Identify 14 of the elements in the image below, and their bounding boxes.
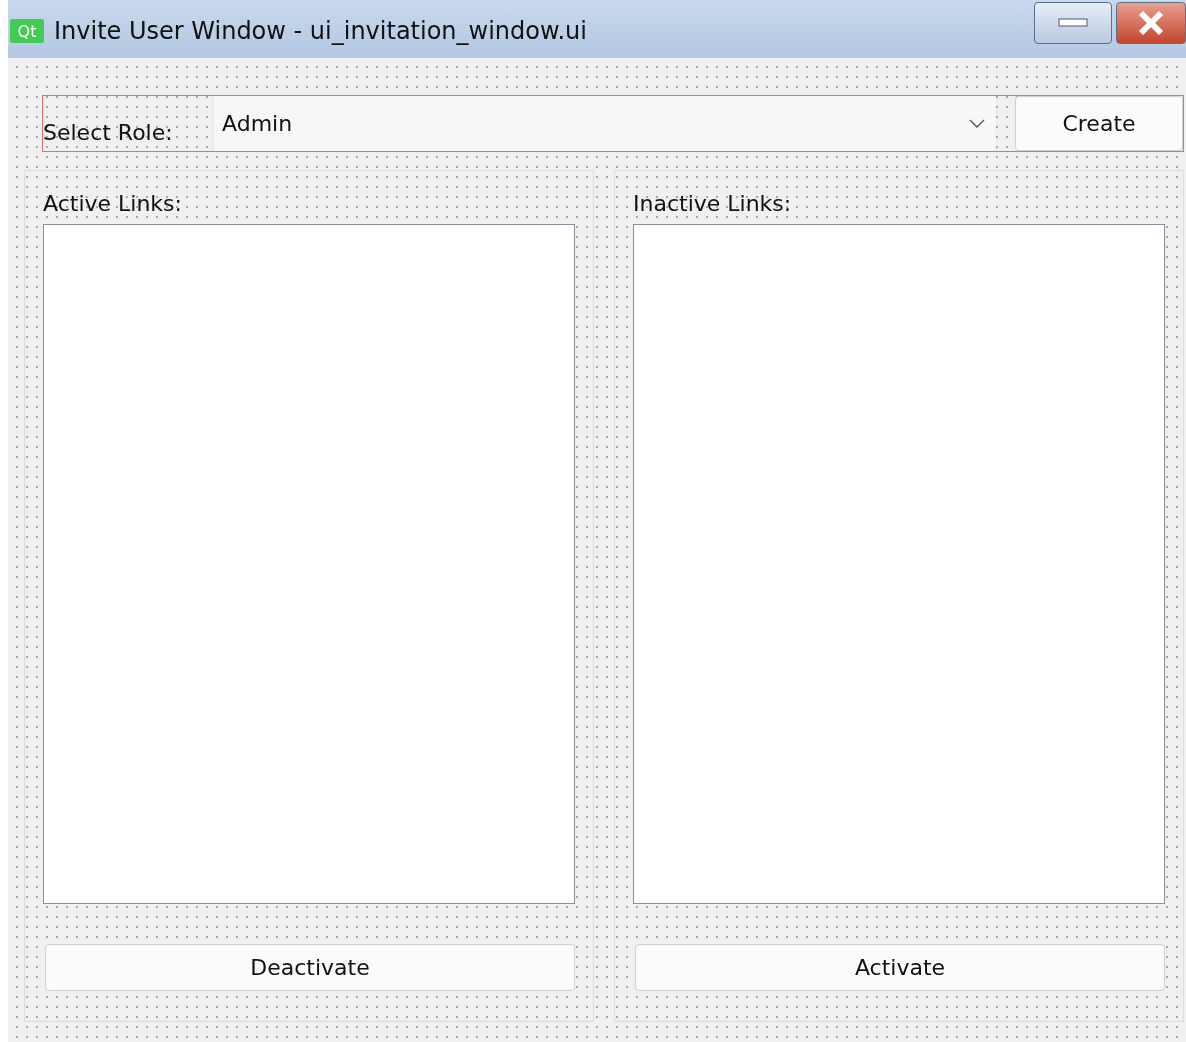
- panel-label: Active Links:: [43, 191, 183, 216]
- close-button[interactable]: [1116, 2, 1186, 44]
- role-combo[interactable]: Admin: [213, 96, 995, 151]
- minimize-icon: [1058, 18, 1088, 28]
- role-label: Select Role:: [43, 119, 174, 147]
- panel-button[interactable]: Deactivate: [45, 944, 575, 991]
- create-button[interactable]: Create: [1015, 96, 1183, 151]
- chevron-down-icon: [969, 118, 985, 129]
- minimize-button[interactable]: [1034, 2, 1112, 44]
- close-icon: [1136, 10, 1166, 36]
- app-logo: Qt: [10, 19, 44, 43]
- window-title: Invite User Window - ui_invitation_window.ui: [54, 17, 588, 45]
- panel-label: Inactive Links:: [633, 191, 793, 216]
- panel-button[interactable]: Activate: [635, 944, 1165, 991]
